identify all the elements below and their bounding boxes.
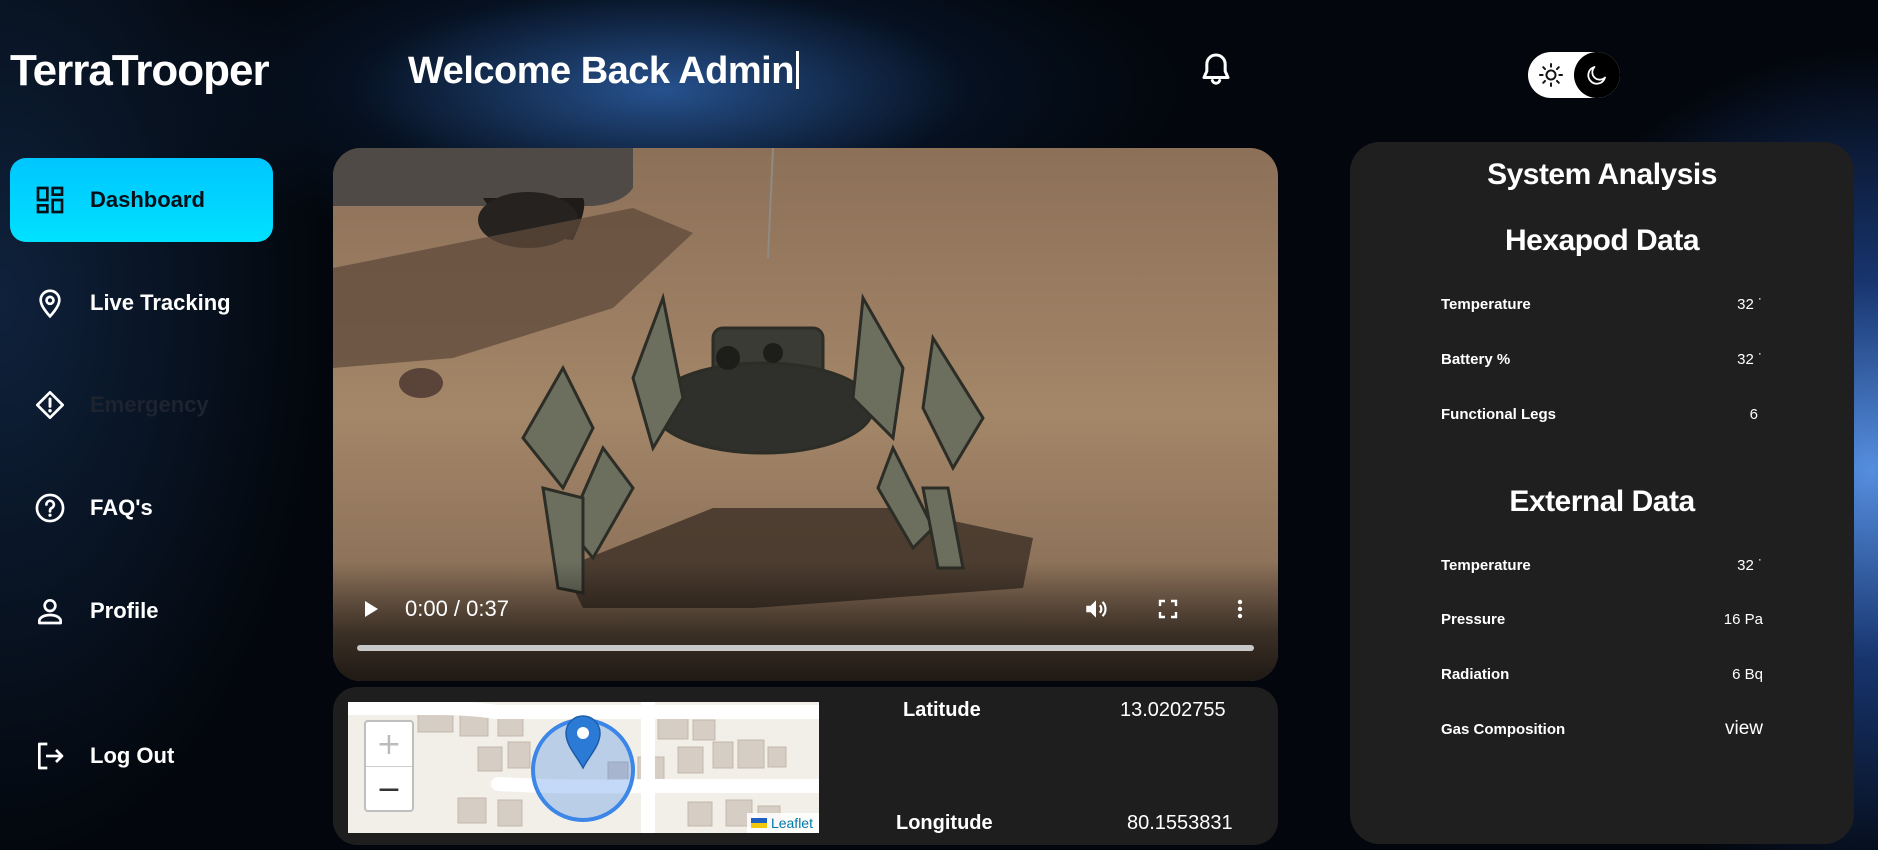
longitude-value: 80.1553831 — [1127, 812, 1233, 834]
sidebar-item-label: Emergency — [90, 392, 209, 417]
zoom-in-button[interactable]: + — [366, 722, 412, 767]
map-attribution[interactable]: Leaflet — [746, 813, 819, 833]
sidebar-item-emergency[interactable]: Emergency — [10, 363, 273, 447]
sidebar-item-label: FAQ's — [90, 495, 153, 520]
map-zoom-control: + − — [364, 720, 414, 812]
hexapod-battery-value: 32 ˙ — [1737, 351, 1763, 368]
attribution-link[interactable]: Leaflet — [771, 815, 813, 831]
gas-composition-view-link[interactable]: view — [1725, 718, 1763, 740]
external-temperature-value: 32 ˙ — [1737, 557, 1763, 574]
map-view[interactable]: + − Leaflet — [348, 702, 819, 833]
external-temperature-label: Temperature — [1441, 557, 1531, 574]
sidebar-item-label: Live Tracking — [90, 290, 231, 315]
functional-legs-label: Functional Legs — [1441, 406, 1557, 423]
hexapod-data-title: Hexapod Data — [1504, 224, 1700, 257]
volume-icon[interactable] — [1080, 593, 1112, 625]
sidebar-item-label: Dashboard — [90, 187, 205, 212]
video-progress-bar[interactable] — [357, 645, 1254, 651]
welcome-text: Welcome Back Admin — [408, 50, 794, 92]
latitude-value: 13.0202755 — [1120, 699, 1226, 721]
radiation-value: 6 Bq — [1732, 666, 1763, 683]
moon-icon — [1587, 66, 1606, 85]
location-panel: + − Leaflet Latitude 13.0202755 Longitud… — [333, 687, 1278, 845]
fullscreen-icon[interactable] — [1152, 593, 1184, 625]
sun-icon — [1538, 62, 1564, 88]
warning-diamond-icon — [32, 387, 68, 423]
functional-legs-value: 6 — [1749, 406, 1758, 423]
system-analysis-panel: System Analysis Hexapod Data Temperature… — [1350, 142, 1854, 844]
sidebar-item-faqs[interactable]: FAQ's — [10, 466, 273, 550]
toggle-knob — [1574, 52, 1620, 98]
system-analysis-title: System Analysis — [1487, 158, 1717, 191]
logout-label: Log Out — [90, 743, 175, 768]
sidebar-item-dashboard[interactable]: Dashboard — [10, 158, 273, 242]
radiation-label: Radiation — [1441, 666, 1510, 683]
help-circle-icon — [32, 490, 68, 526]
sidebar-item-live-tracking[interactable]: Live Tracking — [10, 261, 273, 345]
typing-caret — [795, 51, 799, 89]
video-player[interactable]: 0:00 / 0:37 — [333, 148, 1278, 681]
ukraine-flag-icon — [750, 818, 767, 828]
longitude-label: Longitude — [896, 812, 993, 834]
play-icon[interactable] — [355, 593, 387, 625]
sidebar-item-label: Profile — [90, 598, 159, 623]
bell-icon[interactable] — [1196, 50, 1236, 90]
theme-toggle[interactable] — [1528, 52, 1620, 98]
dashboard-icon — [32, 182, 68, 218]
app-brand: TerraTrooper — [10, 46, 270, 95]
hexapod-temperature-value: 32 ˙ — [1737, 296, 1763, 313]
logout-button[interactable]: Log Out — [10, 714, 273, 798]
location-pin-icon — [32, 285, 68, 321]
logout-icon — [32, 738, 68, 774]
more-options-icon[interactable] — [1224, 593, 1256, 625]
pressure-label: Pressure — [1441, 611, 1506, 628]
hexapod-battery-label: Battery % — [1441, 351, 1511, 368]
sidebar-item-profile[interactable]: Profile — [10, 569, 273, 653]
zoom-out-button[interactable]: − — [366, 767, 412, 811]
gas-composition-label: Gas Composition — [1441, 721, 1566, 738]
person-icon — [32, 593, 68, 629]
hexapod-temperature-label: Temperature — [1441, 296, 1531, 313]
latitude-label: Latitude — [903, 699, 981, 721]
external-data-title: External Data — [1509, 485, 1695, 518]
welcome-heading: Welcome Back Admin — [408, 50, 799, 93]
video-time: 0:00 / 0:37 — [405, 596, 509, 621]
pressure-value: 16 Pa — [1723, 611, 1763, 628]
